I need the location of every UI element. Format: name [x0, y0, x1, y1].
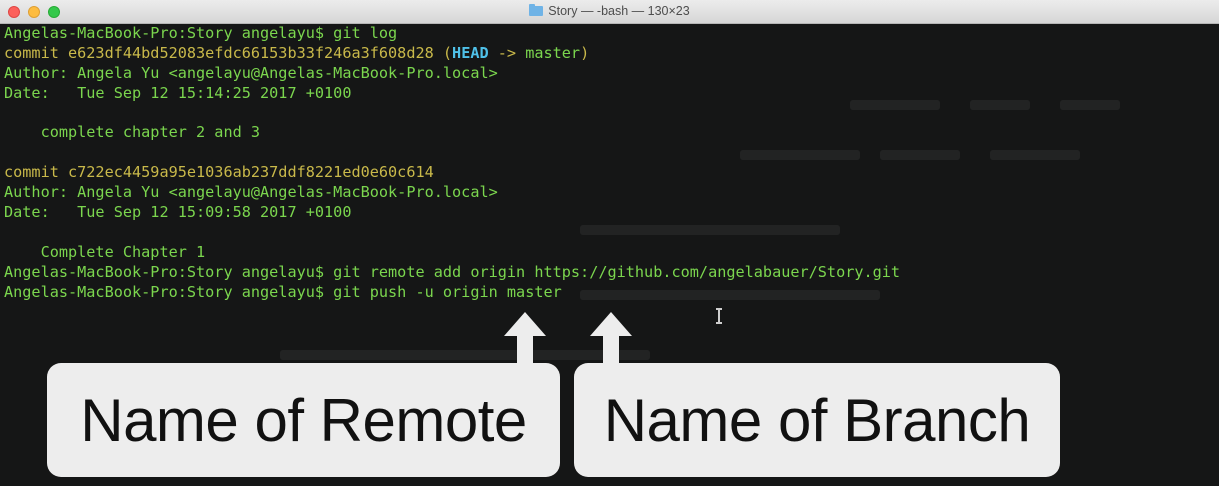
prompt: Angelas-MacBook-Pro:Story angelayu$ — [4, 24, 325, 42]
window-title: Story — -bash — 130×23 — [548, 4, 690, 18]
window-title-wrap: Story — -bash — 130×23 — [0, 4, 1219, 18]
author-line: Author: Angela Yu <angelayu@Angelas-MacB… — [4, 183, 498, 202]
terminal-output[interactable]: Angelas-MacBook-Pro:Story angelayu$ git … — [4, 24, 1219, 302]
commit-message: Complete Chapter 1 — [4, 242, 206, 261]
branch-ref: master — [525, 43, 581, 62]
commit-line: commit c722ec4459a95e1036ab237ddf8221ed0… — [4, 163, 434, 182]
terminal-line: Angelas-MacBook-Pro:Story angelayu$ git … — [4, 263, 1219, 283]
prompt: Angelas-MacBook-Pro:Story angelayu$ — [4, 282, 325, 301]
text-cursor-icon — [716, 308, 722, 324]
commit-message: complete chapter 2 and 3 — [4, 123, 261, 142]
terminal-window: Story — -bash — 130×23 Angelas-MacBook-P… — [0, 0, 1219, 486]
title-bar[interactable]: Story — -bash — 130×23 — [0, 0, 1219, 24]
terminal-line: Angelas-MacBook-Pro:Story angelayu$ git … — [4, 283, 1219, 303]
terminal-line: Angelas-MacBook-Pro:Story angelayu$ git … — [4, 24, 1219, 44]
command-text: git push -u origin master — [324, 282, 562, 301]
command-text: git log — [324, 24, 398, 42]
date-line: Date: Tue Sep 12 15:09:58 2017 +0100 — [4, 203, 352, 222]
remote-name-callout: Name of Remote — [47, 363, 560, 477]
ref-close: ) — [580, 43, 590, 62]
commit-line: commit e623df44bd52083efdc66153b33f246a3… — [4, 44, 1219, 64]
ref-arrow: -> — [488, 43, 526, 62]
branch-name-callout: Name of Branch — [574, 363, 1060, 477]
head-ref: HEAD — [452, 43, 489, 62]
folder-icon — [529, 4, 544, 16]
prompt: Angelas-MacBook-Pro:Story angelayu$ — [4, 262, 325, 281]
command-text: git remote add origin https://github.com… — [324, 262, 901, 281]
author-line: Author: Angela Yu <angelayu@Angelas-MacB… — [4, 63, 498, 82]
date-line: Date: Tue Sep 12 15:14:25 2017 +0100 — [4, 83, 352, 102]
commit-hash: commit e623df44bd52083efdc66153b33f246a3… — [4, 43, 453, 62]
